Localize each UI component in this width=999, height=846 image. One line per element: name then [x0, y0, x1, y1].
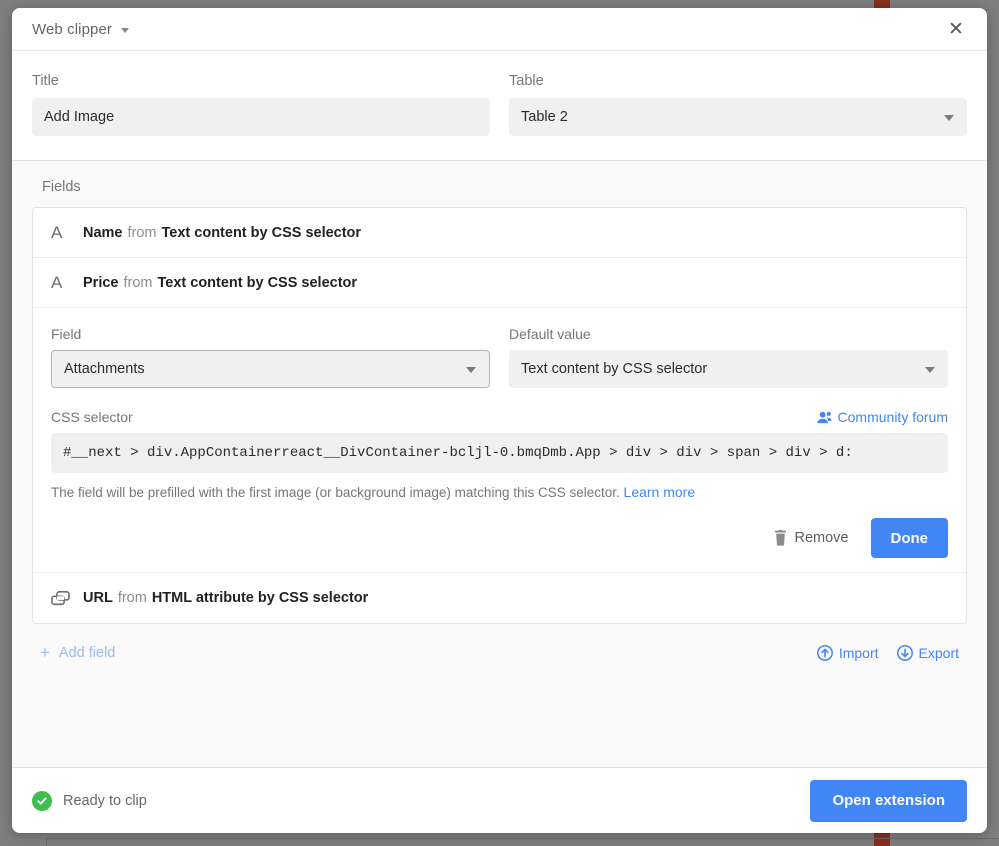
- field-row-from-label: from: [123, 274, 153, 291]
- editor-field-select[interactable]: Attachments: [51, 350, 490, 388]
- dialog-body: Fields A Name from Text content by CSS s…: [12, 161, 987, 767]
- css-selector-help-text: The field will be prefilled with the fir…: [51, 485, 620, 500]
- fields-list-footer: + Add field Import Export: [32, 638, 967, 667]
- dialog-header: Web clipper ✕: [12, 8, 987, 51]
- app-title: Web clipper: [32, 20, 113, 38]
- fields-list: A Name from Text content by CSS selector…: [32, 207, 967, 624]
- table-field-group: Table Table 2: [509, 73, 967, 136]
- text-field-icon: A: [51, 273, 63, 292]
- web-clipper-dialog: Web clipper ✕ Title Add Image Table Tabl…: [12, 8, 987, 833]
- editor-default-value-label: Default value: [509, 326, 591, 342]
- add-field-label: Add field: [58, 644, 116, 661]
- export-label: Export: [918, 644, 959, 661]
- dialog-footer: Ready to clip Open extension: [12, 767, 987, 833]
- backdrop-divider-horizontal: [46, 838, 999, 839]
- arrow-down-circle-icon: [896, 644, 913, 661]
- people-icon: [816, 411, 832, 424]
- table-select-value: Table 2: [521, 109, 568, 125]
- field-row-name-label: Price: [83, 274, 119, 291]
- import-export-group: Import Export: [816, 644, 959, 661]
- fields-heading: Fields: [42, 179, 81, 195]
- close-icon[interactable]: ✕: [945, 18, 967, 40]
- field-row-source-label: Text content by CSS selector: [161, 224, 362, 241]
- title-label: Title: [32, 73, 59, 89]
- field-row-price[interactable]: A Price from Text content by CSS selecto…: [33, 258, 966, 308]
- learn-more-link[interactable]: Learn more: [624, 484, 696, 500]
- status-badge: Ready to clip: [32, 790, 147, 811]
- editor-field-group: Field Attachments: [51, 326, 490, 388]
- remove-field-button[interactable]: Remove: [770, 524, 853, 552]
- field-editor-actions: Remove Done: [51, 518, 948, 558]
- css-selector-help: The field will be prefilled with the fir…: [51, 484, 948, 500]
- field-row-url[interactable]: URL from HTML attribute by CSS selector: [33, 573, 966, 623]
- backdrop-divider-vertical: [46, 838, 47, 846]
- community-forum-label: Community forum: [837, 409, 948, 425]
- field-row-source-label: Text content by CSS selector: [157, 274, 358, 291]
- css-selector-label: CSS selector: [51, 409, 133, 425]
- export-button[interactable]: Export: [896, 644, 959, 661]
- editor-default-value-select-value: Text content by CSS selector: [521, 361, 708, 377]
- field-row-from-label: from: [127, 224, 157, 241]
- text-field-icon: A: [51, 223, 63, 242]
- top-form: Title Add Image Table Table 2: [12, 51, 987, 161]
- status-text: Ready to clip: [63, 792, 147, 809]
- add-field-button[interactable]: + Add field: [40, 638, 115, 667]
- field-row-name-label: URL: [83, 590, 113, 606]
- field-row-name[interactable]: A Name from Text content by CSS selector: [33, 208, 966, 258]
- table-label: Table: [509, 73, 544, 89]
- editor-default-value-group: Default value Text content by CSS select…: [509, 326, 948, 388]
- title-field-group: Title Add Image: [32, 73, 490, 136]
- chevron-down-icon: [121, 27, 130, 33]
- field-editor-panel: Field Attachments Default value Text con…: [33, 308, 966, 573]
- chevron-down-icon: [925, 367, 935, 373]
- field-row-name-label: Name: [83, 224, 123, 241]
- editor-field-select-value: Attachments: [64, 361, 145, 377]
- plus-icon: +: [40, 643, 50, 662]
- import-label: Import: [838, 644, 879, 661]
- title-input[interactable]: Add Image: [32, 98, 490, 136]
- editor-field-label: Field: [51, 326, 82, 342]
- editor-default-value-select[interactable]: Text content by CSS selector: [509, 350, 948, 388]
- chevron-down-icon: [944, 115, 954, 121]
- field-editor-row: Field Attachments Default value Text con…: [51, 326, 948, 388]
- community-forum-link[interactable]: Community forum: [816, 409, 948, 425]
- done-button[interactable]: Done: [870, 518, 948, 558]
- check-circle-icon: [32, 790, 52, 811]
- css-selector-input[interactable]: #__next > div.AppContainerreact__DivCont…: [51, 433, 948, 473]
- app-title-menu[interactable]: Web clipper: [32, 20, 130, 38]
- trash-icon: [774, 530, 787, 546]
- open-extension-button[interactable]: Open extension: [810, 779, 967, 822]
- field-row-source-label: HTML attribute by CSS selector: [151, 590, 369, 606]
- chevron-down-icon: [466, 367, 476, 373]
- import-button[interactable]: Import: [816, 644, 879, 661]
- table-select[interactable]: Table 2: [509, 98, 967, 136]
- field-row-from-label: from: [117, 590, 147, 606]
- attachment-field-icon: [51, 590, 73, 606]
- remove-field-label: Remove: [794, 530, 849, 546]
- css-selector-header: CSS selector Community forum: [51, 409, 948, 425]
- arrow-up-circle-icon: [816, 644, 833, 661]
